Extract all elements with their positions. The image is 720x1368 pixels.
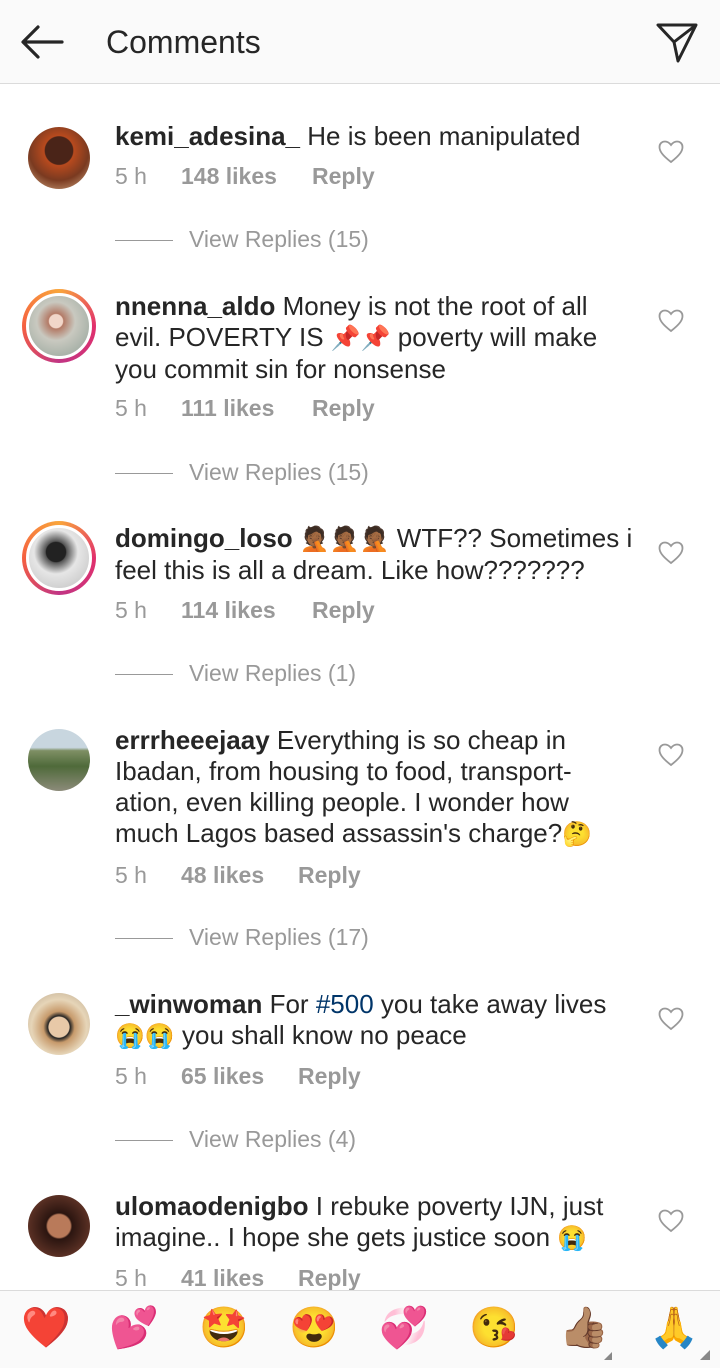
like-button[interactable] [658, 140, 684, 164]
comment-username[interactable]: domingo_loso [115, 523, 293, 553]
pushpin-emoji: 📌📌 [330, 325, 391, 352]
comment-likes[interactable]: 41 likes [181, 1265, 298, 1290]
comment-username[interactable]: _winwoman [115, 989, 262, 1019]
comment-text: ulomaodenigbo I rebuke poverty IJN, just… [115, 1191, 635, 1254]
heart-outline-icon [658, 743, 684, 767]
paper-plane-icon [656, 23, 698, 63]
view-replies-label: View Replies (15) [189, 459, 369, 485]
comment-text: kemi_adesina_ He is been manipulated [115, 121, 635, 152]
back-button[interactable] [18, 22, 66, 62]
heart-outline-icon [658, 140, 684, 164]
comment-meta: 5 h 114 likes Reply [115, 597, 375, 624]
avatar-winwoman[interactable] [22, 987, 96, 1061]
comment-time: 5 h [115, 1265, 147, 1290]
heart-outline-icon [658, 1007, 684, 1031]
revolving-hearts-emoji-button[interactable]: 💞 [378, 1305, 430, 1351]
skin-tone-indicator [604, 1352, 612, 1360]
like-button[interactable] [658, 309, 684, 333]
thumbs-up-emoji-button[interactable]: 👍🏽 [558, 1305, 610, 1351]
comment-username[interactable]: errrheeejaay [115, 725, 270, 755]
comment-text: nnenna_aldo Money is not the root of all… [115, 291, 635, 385]
divider [115, 240, 173, 241]
comment-likes[interactable]: 111 likes [181, 395, 312, 422]
comment-meta: 5 h 41 likes Reply [115, 1265, 361, 1290]
avatar-errrheeejaay[interactable] [22, 723, 96, 797]
divider [115, 1140, 173, 1141]
heart-outline-icon [658, 309, 684, 333]
kissing-face-emoji-button[interactable]: 😘 [468, 1305, 520, 1351]
comment-meta: 5 h 65 likes Reply [115, 1063, 361, 1090]
reply-button[interactable]: Reply [312, 163, 375, 190]
view-replies-label: View Replies (1) [189, 660, 357, 686]
avatar-image [26, 293, 92, 359]
comment-time: 5 h [115, 163, 147, 189]
comment-username[interactable]: kemi_adesina_ [115, 121, 300, 151]
avatar-image [26, 525, 92, 591]
avatar-image [28, 127, 90, 189]
facepalm-emoji: 🤦🏾🤦🏾🤦🏾 [299, 526, 390, 553]
like-button[interactable] [658, 1209, 684, 1233]
comment-time: 5 h [115, 395, 147, 421]
comment-meta: 5 h 111 likes Reply [115, 395, 375, 422]
view-replies-label: View Replies (4) [189, 1126, 357, 1152]
comment-meta: 5 h 48 likes Reply [115, 862, 361, 889]
comment-list[interactable]: kemi_adesina_ He is been manipulated 5 h… [0, 85, 720, 1290]
divider [115, 473, 173, 474]
divider [115, 674, 173, 675]
avatar-image [28, 1195, 90, 1257]
star-struck-emoji-button[interactable]: 🤩 [198, 1305, 250, 1351]
comment-username[interactable]: nnenna_aldo [115, 291, 275, 321]
comment-username[interactable]: ulomaodenigbo [115, 1191, 309, 1221]
divider [115, 938, 173, 939]
heart-outline-icon [658, 1209, 684, 1233]
avatar-nnenna[interactable] [22, 289, 96, 363]
view-replies-label: View Replies (15) [189, 226, 369, 252]
comment-meta: 5 h 148 likes Reply [115, 163, 375, 190]
hashtag-link[interactable]: #500 [316, 989, 374, 1019]
avatar-domingo[interactable] [22, 521, 96, 595]
reply-button[interactable]: Reply [298, 862, 361, 889]
avatar-image [28, 729, 90, 791]
comment-likes[interactable]: 148 likes [181, 163, 312, 190]
like-button[interactable] [658, 541, 684, 565]
reply-button[interactable]: Reply [312, 395, 375, 422]
heart-eyes-emoji-button[interactable]: 😍 [288, 1305, 340, 1351]
comment-likes[interactable]: 114 likes [181, 597, 312, 624]
view-replies-label: View Replies (17) [189, 924, 369, 950]
comment-time: 5 h [115, 1063, 147, 1089]
comments-header: Comments [0, 0, 720, 84]
emoji-quick-bar: ❤️ 💕 🤩 😍 💞 😘 👍🏽 🙏 [0, 1290, 720, 1368]
reply-button[interactable]: Reply [298, 1063, 361, 1090]
avatar-kemi[interactable] [22, 121, 96, 195]
comment-text: errrheeejaay Everything is so cheap in I… [115, 725, 635, 850]
share-button[interactable] [652, 20, 700, 66]
comment-body: He is been manipulated [307, 121, 581, 151]
comment-text: _winwoman For #500 you take away lives 😭… [115, 989, 635, 1052]
like-button[interactable] [658, 1007, 684, 1031]
comment-likes[interactable]: 48 likes [181, 862, 298, 889]
comment-body: For [269, 989, 316, 1019]
crying-emoji: 😭😭 [115, 1023, 175, 1050]
comment-time: 5 h [115, 862, 147, 888]
thinking-emoji: 🤔 [562, 821, 593, 848]
comment-likes[interactable]: 65 likes [181, 1063, 298, 1090]
heart-outline-icon [658, 541, 684, 565]
comment-time: 5 h [115, 597, 147, 623]
praying-hands-emoji-button[interactable]: 🙏 [648, 1305, 700, 1351]
arrow-left-icon [21, 25, 64, 59]
crying-emoji: 😭 [557, 1225, 588, 1252]
comment-text: domingo_loso 🤦🏾🤦🏾🤦🏾 WTF?? Sometimes i fe… [115, 523, 635, 586]
red-heart-emoji-button[interactable]: ❤️ [20, 1305, 72, 1351]
avatar-ulomaodenigbo[interactable] [22, 1189, 96, 1263]
reply-button[interactable]: Reply [312, 597, 375, 624]
two-hearts-emoji-button[interactable]: 💕 [108, 1305, 160, 1351]
page-title: Comments [106, 24, 261, 60]
comment-body-continued: you take away lives [373, 989, 607, 1019]
comment-body-end: you shall know no peace [174, 1020, 467, 1050]
reply-button[interactable]: Reply [298, 1265, 361, 1290]
avatar-image [28, 993, 90, 1055]
skin-tone-indicator [700, 1350, 710, 1360]
like-button[interactable] [658, 743, 684, 767]
